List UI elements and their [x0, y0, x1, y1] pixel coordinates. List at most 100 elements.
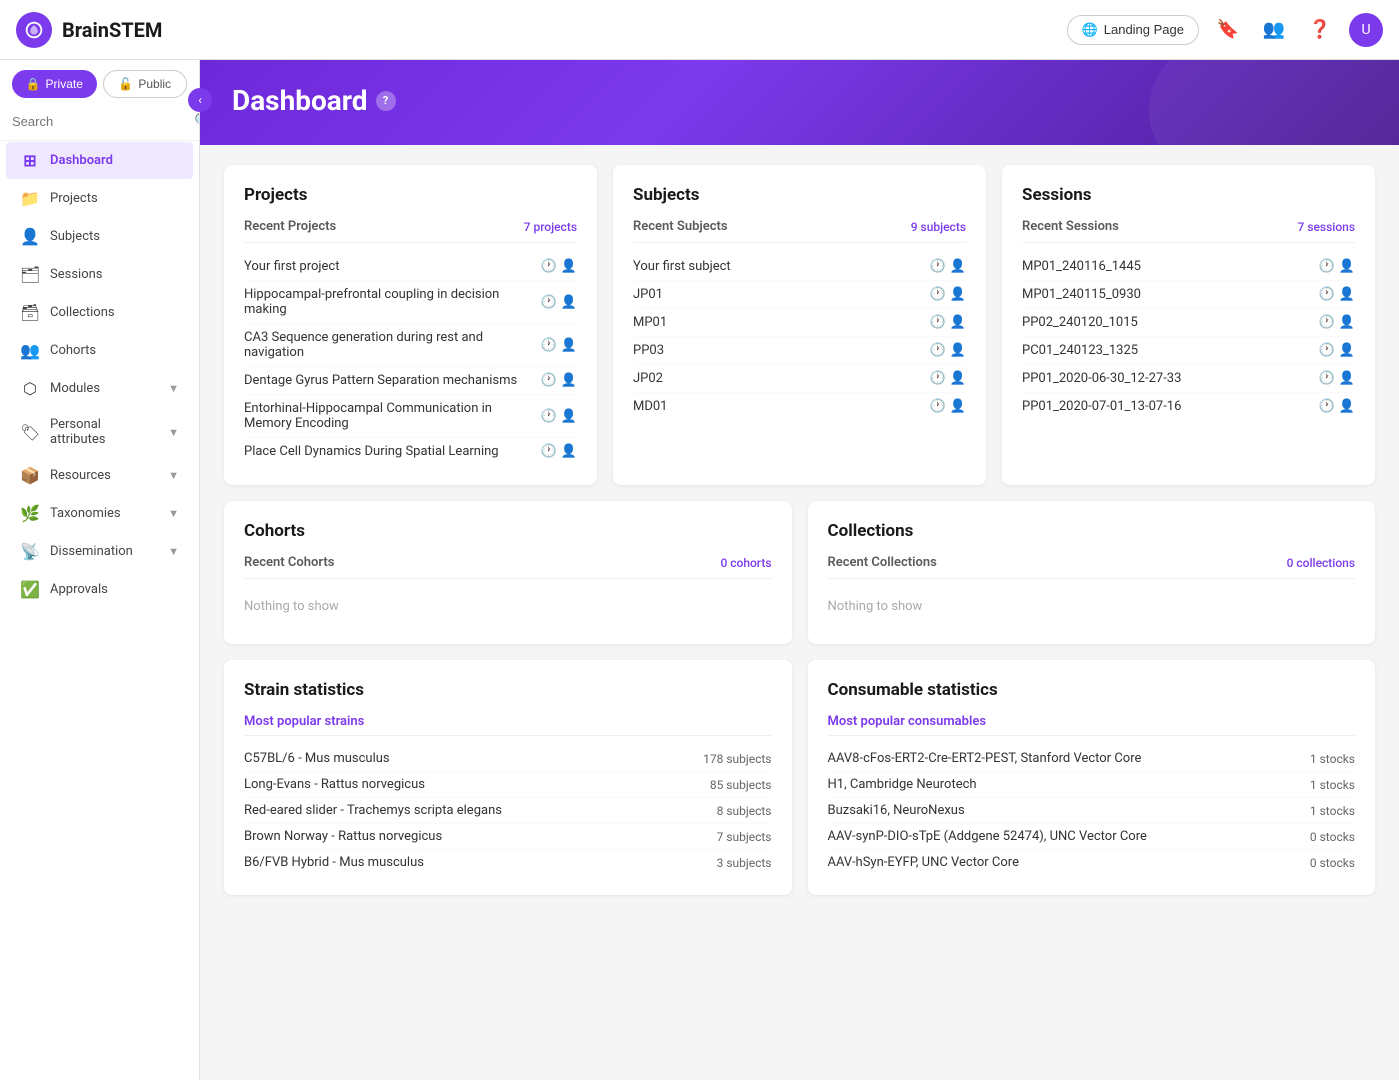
consumable-name: AAV-synP-DIO-sTpE (Addgene 52474), UNC V… [828, 829, 1147, 844]
user-icon[interactable]: 👤 [1339, 371, 1355, 386]
list-item: Red-eared slider - Trachemys scripta ele… [244, 798, 772, 824]
table-row: MP01_240116_1445 🕐 👤 [1022, 253, 1355, 281]
user-icon[interactable]: 👤 [561, 259, 577, 274]
dashboard-help-icon[interactable]: ? [376, 91, 396, 111]
row-actions: 🕐 👤 [1319, 371, 1355, 386]
sidebar-item-approvals[interactable]: ✅ Approvals [6, 571, 193, 608]
sessions-section-title: Recent Sessions [1022, 219, 1119, 234]
user-icon[interactable]: 👤 [561, 373, 577, 388]
sidebar-item-taxonomies[interactable]: 🌿 Taxonomies ▼ [6, 495, 193, 532]
clock-icon[interactable]: 🕐 [541, 444, 557, 459]
table-row: Your first project 🕐 👤 [244, 253, 577, 281]
clock-icon[interactable]: 🕐 [541, 338, 557, 353]
session-name: PP01_2020-06-30_12-27-33 [1022, 371, 1319, 386]
sidebar-item-dissemination[interactable]: 📡 Dissemination ▼ [6, 533, 193, 570]
clock-icon[interactable]: 🕐 [1319, 287, 1335, 302]
approvals-icon: ✅ [20, 580, 40, 599]
avatar[interactable]: U [1349, 13, 1383, 47]
search-input[interactable] [12, 114, 188, 129]
row-actions: 🕐 👤 [930, 399, 966, 414]
list-item: AAV8-cFos-ERT2-Cre-ERT2-PEST, Stanford V… [828, 746, 1356, 772]
clock-icon[interactable]: 🕐 [1319, 343, 1335, 358]
landing-page-button[interactable]: 🌐 Landing Page [1067, 15, 1199, 45]
table-row: PP01_2020-06-30_12-27-33 🕐 👤 [1022, 365, 1355, 393]
sidebar-item-label: Modules [50, 381, 158, 396]
strain-value: 8 subjects [717, 804, 772, 818]
help-button[interactable]: ❓ [1303, 13, 1337, 47]
sessions-count: 7 sessions [1298, 220, 1355, 234]
public-toggle[interactable]: 🔓 Public [103, 70, 188, 98]
sidebar-item-resources[interactable]: 📦 Resources ▼ [6, 457, 193, 494]
user-icon[interactable]: 👤 [1339, 259, 1355, 274]
clock-icon[interactable]: 🕐 [1319, 259, 1335, 274]
user-icon[interactable]: 👤 [950, 259, 966, 274]
clock-icon[interactable]: 🕐 [1319, 315, 1335, 330]
collections-section-title: Recent Collections [828, 555, 937, 570]
sessions-card: Sessions Recent Sessions 7 sessions MP01… [1002, 165, 1375, 485]
table-row: Place Cell Dynamics During Spatial Learn… [244, 438, 577, 465]
users-button[interactable]: 👥 [1257, 13, 1291, 47]
user-icon[interactable]: 👤 [950, 287, 966, 302]
subject-name: MP01 [633, 315, 930, 330]
user-icon[interactable]: 👤 [561, 295, 577, 310]
modules-icon: ⬡ [20, 379, 40, 398]
user-icon[interactable]: 👤 [950, 315, 966, 330]
list-item: C57BL/6 - Mus musculus 178 subjects [244, 746, 772, 772]
user-icon[interactable]: 👤 [561, 409, 577, 424]
clock-icon[interactable]: 🕐 [930, 371, 946, 386]
clock-icon[interactable]: 🕐 [541, 409, 557, 424]
clock-icon[interactable]: 🕐 [1319, 371, 1335, 386]
projects-card: Projects Recent Projects 7 projects Your… [224, 165, 597, 485]
list-item: Buzsaki16, NeuroNexus 1 stocks [828, 798, 1356, 824]
user-icon[interactable]: 👤 [950, 343, 966, 358]
clock-icon[interactable]: 🕐 [541, 373, 557, 388]
clock-icon[interactable]: 🕐 [930, 343, 946, 358]
user-icon[interactable]: 👤 [1339, 399, 1355, 414]
subjects-list: Your first subject 🕐 👤 JP01 🕐 👤 [633, 253, 966, 420]
table-row: MP01 🕐 👤 [633, 309, 966, 337]
clock-icon[interactable]: 🕐 [541, 295, 557, 310]
clock-icon[interactable]: 🕐 [930, 259, 946, 274]
sidebar-item-collections[interactable]: 🗃 Collections [6, 294, 193, 331]
session-name: PC01_240123_1325 [1022, 343, 1319, 358]
strain-value: 178 subjects [703, 752, 771, 766]
row-actions: 🕐 👤 [930, 315, 966, 330]
clock-icon[interactable]: 🕐 [930, 399, 946, 414]
clock-icon[interactable]: 🕐 [930, 287, 946, 302]
user-icon[interactable]: 👤 [561, 444, 577, 459]
sidebar-item-sessions[interactable]: 🗂 Sessions [6, 256, 193, 293]
bookmark-button[interactable]: 🔖 [1211, 13, 1245, 47]
user-icon[interactable]: 👤 [1339, 287, 1355, 302]
session-name: MP01_240116_1445 [1022, 259, 1319, 274]
user-icon[interactable]: 👤 [950, 371, 966, 386]
strain-name: Brown Norway - Rattus norvegicus [244, 829, 442, 844]
lock-icon: 🔒 [26, 77, 41, 91]
table-row: PC01_240123_1325 🕐 👤 [1022, 337, 1355, 365]
list-item: Long-Evans - Rattus norvegicus 85 subjec… [244, 772, 772, 798]
user-icon[interactable]: 👤 [561, 338, 577, 353]
clock-icon[interactable]: 🕐 [541, 259, 557, 274]
sidebar-item-label: Dashboard [50, 153, 179, 168]
clock-icon[interactable]: 🕐 [1319, 399, 1335, 414]
list-item: AAV-synP-DIO-sTpE (Addgene 52474), UNC V… [828, 824, 1356, 850]
consumable-name: AAV8-cFos-ERT2-Cre-ERT2-PEST, Stanford V… [828, 751, 1142, 766]
clock-icon[interactable]: 🕐 [930, 315, 946, 330]
sidebar-item-projects[interactable]: 📁 Projects [6, 180, 193, 217]
subjects-count: 9 subjects [911, 220, 966, 234]
user-icon[interactable]: 👤 [1339, 343, 1355, 358]
row-actions: 🕐 👤 [1319, 315, 1355, 330]
project-name: Your first project [244, 259, 541, 274]
sidebar-item-dashboard[interactable]: ⊞ Dashboard [6, 142, 193, 179]
sidebar-item-subjects[interactable]: 👤 Subjects [6, 218, 193, 255]
table-row: Your first subject 🕐 👤 [633, 253, 966, 281]
user-icon[interactable]: 👤 [950, 399, 966, 414]
sidebar-collapse-button[interactable]: ‹ [188, 88, 212, 112]
table-row: MP01_240115_0930 🕐 👤 [1022, 281, 1355, 309]
user-icon[interactable]: 👤 [1339, 315, 1355, 330]
private-toggle[interactable]: 🔒 Private [12, 70, 97, 98]
sidebar-item-personal-attributes[interactable]: 🏷 Personal attributes ▼ [6, 408, 193, 456]
sidebar-item-modules[interactable]: ⬡ Modules ▼ [6, 370, 193, 407]
top-nav-left: BrainSTEM [16, 12, 162, 48]
collections-section-header: Recent Collections 0 collections [828, 555, 1356, 579]
sidebar-item-cohorts[interactable]: 👥 Cohorts [6, 332, 193, 369]
